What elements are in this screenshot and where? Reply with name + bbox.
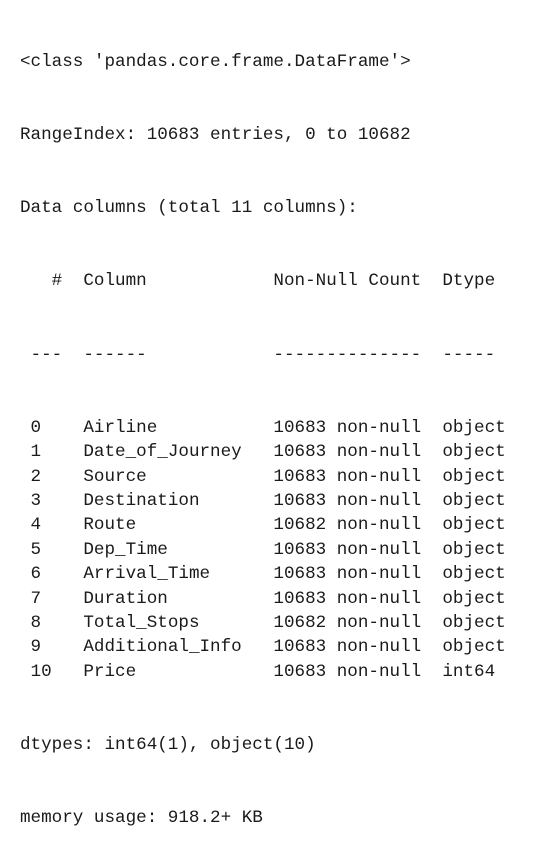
column-name-cell: Source bbox=[83, 466, 274, 487]
table-row: 7 Duration 10683 non-null object bbox=[20, 587, 540, 611]
column-name-cell: Duration bbox=[83, 588, 274, 609]
non-null-count-cell: 10683 non-null bbox=[273, 637, 443, 658]
dtype-separator: ----- bbox=[442, 344, 506, 365]
table-row: 2 Source 10683 non-null object bbox=[20, 465, 540, 489]
non-null-count-cell: 10682 non-null bbox=[273, 612, 443, 633]
column-header: Column bbox=[83, 271, 274, 292]
row-index-cell: 7 bbox=[20, 588, 84, 609]
non-null-count-header: Non-Null Count bbox=[273, 271, 443, 292]
range-index-line: RangeIndex: 10683 entries, 0 to 10682 bbox=[20, 125, 411, 146]
row-index-cell: 3 bbox=[20, 491, 84, 511]
non-null-count-cell: 10683 non-null bbox=[273, 564, 443, 585]
index-header: # bbox=[20, 271, 84, 292]
column-name-cell: Route bbox=[83, 515, 274, 536]
dtype-header: Dtype bbox=[442, 271, 506, 292]
column-name-cell: Total_Stops bbox=[83, 612, 274, 633]
row-index-cell: 1 bbox=[20, 442, 84, 463]
row-index-cell: 10 bbox=[20, 661, 84, 682]
memory-usage-line: memory usage: 918.2+ KB bbox=[20, 808, 263, 829]
separator-row: --- ------ -------------- ----- bbox=[20, 343, 540, 367]
data-columns-line: Data columns (total 11 columns): bbox=[20, 198, 358, 219]
column-name-cell: Dep_Time bbox=[83, 539, 274, 560]
non-null-count-cell: 10683 non-null bbox=[273, 442, 443, 463]
row-index-cell: 0 bbox=[20, 417, 84, 438]
index-separator: --- bbox=[20, 344, 84, 365]
non-null-count-cell: 10683 non-null bbox=[273, 491, 443, 511]
table-row: 6 Arrival_Time 10683 non-null object bbox=[20, 562, 540, 586]
row-index-cell: 9 bbox=[20, 637, 84, 658]
table-row: 8 Total_Stops 10682 non-null object bbox=[20, 611, 540, 635]
column-name-cell: Price bbox=[83, 661, 274, 682]
row-index-cell: 2 bbox=[20, 466, 84, 487]
table-row: 4 Route 10682 non-null object bbox=[20, 513, 540, 537]
dtype-cell: object bbox=[442, 515, 506, 536]
dtype-cell: int64 bbox=[442, 661, 506, 682]
non-null-count-cell: 10683 non-null bbox=[273, 417, 443, 438]
column-name-cell: Arrival_Time bbox=[83, 564, 274, 585]
dtype-cell: object bbox=[442, 442, 506, 463]
non-null-count-separator: -------------- bbox=[273, 344, 443, 365]
table-row: 9 Additional_Info 10683 non-null object bbox=[20, 635, 540, 659]
dtype-cell: object bbox=[442, 417, 506, 438]
non-null-count-cell: 10682 non-null bbox=[273, 515, 443, 536]
column-name-cell: Additional_Info bbox=[83, 637, 274, 658]
dtype-cell: object bbox=[442, 466, 506, 487]
non-null-count-cell: 10683 non-null bbox=[273, 661, 443, 682]
column-name-cell: Destination bbox=[83, 491, 274, 511]
row-index-cell: 5 bbox=[20, 539, 84, 560]
row-index-cell: 4 bbox=[20, 515, 84, 536]
table-rows: 0 Airline 10683 non-null object 1 Date_o… bbox=[20, 416, 540, 684]
non-null-count-cell: 10683 non-null bbox=[273, 539, 443, 560]
table-row: 10 Price 10683 non-null int64 bbox=[20, 660, 540, 684]
dtypes-line: dtypes: int64(1), object(10) bbox=[20, 734, 316, 755]
row-index-cell: 6 bbox=[20, 564, 84, 585]
dtype-cell: object bbox=[442, 612, 506, 633]
table-row: 5 Dep_Time 10683 non-null object bbox=[20, 538, 540, 562]
dtype-cell: object bbox=[442, 564, 506, 585]
class-line: <class 'pandas.core.frame.DataFrame'> bbox=[20, 51, 411, 72]
dtype-cell: object bbox=[442, 637, 506, 658]
non-null-count-cell: 10683 non-null bbox=[273, 588, 443, 609]
table-row: 0 Airline 10683 non-null object bbox=[20, 416, 540, 440]
column-name-cell: Airline bbox=[83, 417, 274, 438]
column-separator: ------ bbox=[83, 344, 274, 365]
dtype-cell: object bbox=[442, 491, 506, 511]
dtype-cell: object bbox=[442, 588, 506, 609]
table-row: 3 Destination 10683 non-null object bbox=[20, 489, 540, 513]
dataframe-info-output: <class 'pandas.core.frame.DataFrame'> Ra… bbox=[0, 0, 540, 828]
column-header-row: # Column Non-Null Count Dtype bbox=[20, 269, 540, 293]
column-name-cell: Date_of_Journey bbox=[83, 442, 274, 463]
row-index-cell: 8 bbox=[20, 612, 84, 633]
table-row: 1 Date_of_Journey 10683 non-null object bbox=[20, 440, 540, 464]
non-null-count-cell: 10683 non-null bbox=[273, 466, 443, 487]
dtype-cell: object bbox=[442, 539, 506, 560]
